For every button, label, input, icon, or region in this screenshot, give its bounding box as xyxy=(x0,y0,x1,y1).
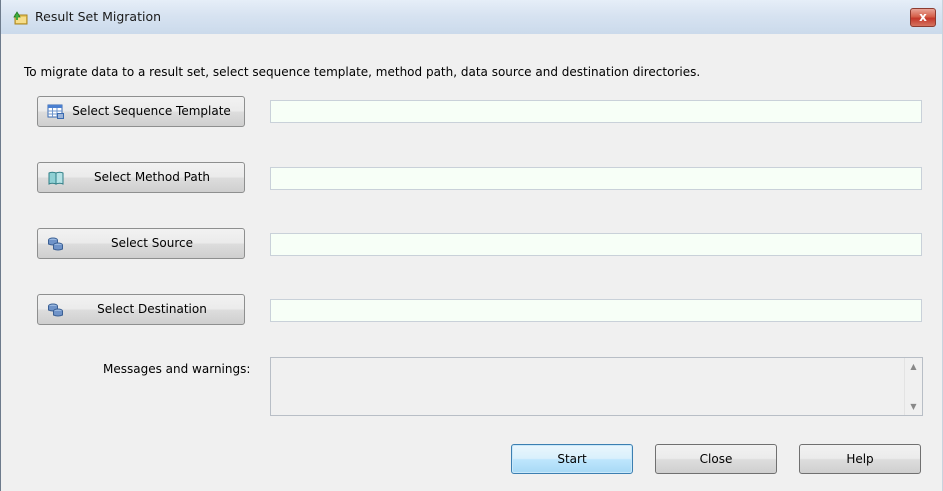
destination-path-field[interactable] xyxy=(270,299,922,322)
select-source-label: Select Source xyxy=(110,236,194,250)
migration-app-icon xyxy=(12,9,29,26)
database-icon xyxy=(47,302,65,318)
source-path-field[interactable] xyxy=(270,233,922,256)
book-icon xyxy=(47,170,65,186)
messages-textarea[interactable]: ▲ ▼ xyxy=(270,357,923,416)
instruction-text: To migrate data to a result set, select … xyxy=(24,65,701,79)
help-button[interactable]: Help xyxy=(799,444,921,474)
messages-scrollbar[interactable]: ▲ ▼ xyxy=(904,358,922,415)
select-method-path-label: Select Method Path xyxy=(93,170,210,184)
dialog-window: Result Set Migration x To migrate data t… xyxy=(0,0,943,491)
select-source-button[interactable]: Select Source xyxy=(37,228,245,259)
messages-label: Messages and warnings: xyxy=(103,362,251,376)
title-bar[interactable]: Result Set Migration x xyxy=(1,0,942,34)
scroll-down-arrow-icon[interactable]: ▼ xyxy=(905,398,922,415)
window-close-button[interactable]: x xyxy=(910,8,936,27)
select-method-path-button[interactable]: Select Method Path xyxy=(37,162,245,193)
select-sequence-template-label: Select Sequence Template xyxy=(72,104,231,118)
close-button[interactable]: Close xyxy=(655,444,777,474)
window-title: Result Set Migration xyxy=(35,9,162,24)
scroll-up-arrow-icon[interactable]: ▲ xyxy=(905,358,922,375)
method-path-field[interactable] xyxy=(270,167,922,190)
dialog-content: To migrate data to a result set, select … xyxy=(9,34,934,491)
database-icon xyxy=(47,236,65,252)
select-destination-label: Select Destination xyxy=(97,302,207,316)
select-sequence-template-button[interactable]: Select Sequence Template xyxy=(37,96,245,127)
start-button[interactable]: Start xyxy=(511,444,633,474)
select-destination-button[interactable]: Select Destination xyxy=(37,294,245,325)
sequence-template-path-field[interactable] xyxy=(270,100,922,123)
